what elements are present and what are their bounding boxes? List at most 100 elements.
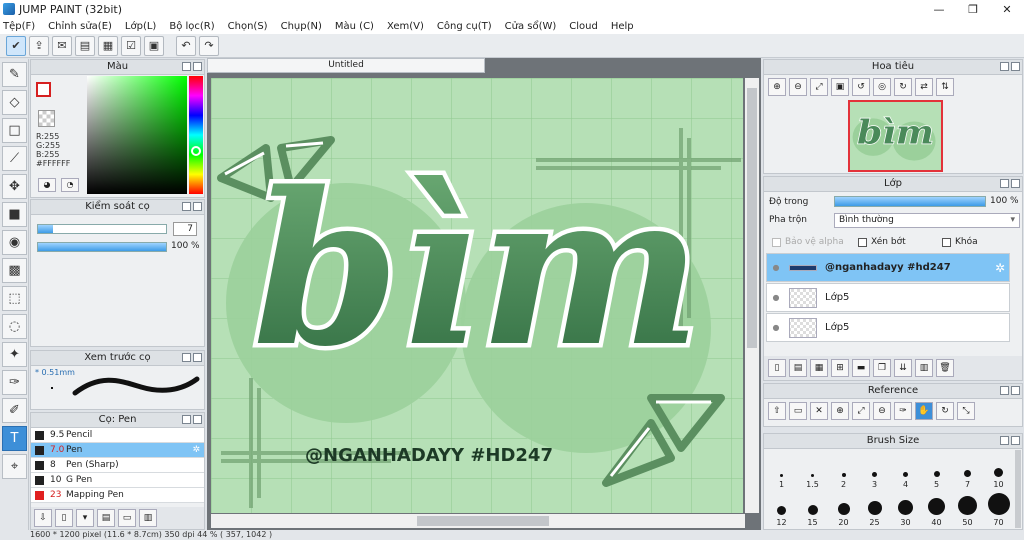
brush-size-option[interactable]: 40 [921,489,952,527]
panel-close-icon[interactable] [193,62,202,71]
fill-rect-tool-icon[interactable]: ■ [2,202,27,227]
rotate-reset-icon[interactable]: ◎ [873,78,891,96]
cloud-upload-icon[interactable]: ⇧ [768,402,786,420]
merge-layer-icon[interactable]: ⇊ [894,359,912,377]
hand-icon[interactable]: ✋ [915,402,933,420]
brush-opacity-slider[interactable] [37,242,167,252]
clipping-checkbox[interactable]: Xén bớt [858,237,906,247]
panel-float-icon[interactable] [1000,179,1009,188]
panel-close-icon[interactable] [1011,62,1020,71]
zoom-in-icon[interactable]: ⊕ [831,402,849,420]
panel-close-icon[interactable] [1011,386,1020,395]
brush-tool-icon[interactable]: ✎ [2,62,27,87]
panel-float-icon[interactable] [1000,436,1009,445]
lasso-tool-icon[interactable]: ◌ [2,314,27,339]
cloud-check-icon[interactable]: ✔ [6,35,26,56]
fullscreen-icon[interactable]: ⤡ [957,402,975,420]
select-eraser-tool-icon[interactable]: ✐ [2,398,27,423]
color-palette-icon[interactable]: ◕ [38,178,56,192]
brush-size-input[interactable]: 7 [173,222,197,236]
gradient-tool-icon[interactable]: ▩ [2,258,27,283]
magic-wand-tool-icon[interactable]: ✦ [2,342,27,367]
transparent-color-swatch[interactable] [38,110,55,127]
menu-layer[interactable]: Lớp(L) [125,21,156,32]
panel-close-icon[interactable] [193,415,202,424]
rotate-left-icon[interactable]: ↺ [852,78,870,96]
new-halftone-layer-icon[interactable]: ▦ [810,359,828,377]
bucket-tool-icon[interactable]: ◉ [2,230,27,255]
eraser-tool-icon[interactable]: ◇ [2,90,27,115]
foreground-color-swatch[interactable] [36,82,51,97]
brush-size-option[interactable]: 50 [952,489,983,527]
layer-item[interactable]: ● Lớp5 [766,313,1010,342]
saturation-value-picker[interactable] [87,76,187,194]
new-raster-layer-icon[interactable]: ▤ [789,359,807,377]
document-tab[interactable]: Untitled [207,58,485,73]
brush-item[interactable]: 10 G Pen [31,473,204,488]
menu-help[interactable]: Help [611,21,634,32]
flip-icon[interactable]: ⇄ [915,78,933,96]
cloud-download-icon[interactable]: ⇩ [34,509,52,527]
menu-tools[interactable]: Công cụ(T) [437,21,492,32]
layer-opacity-slider[interactable] [834,196,986,207]
brush-size-option[interactable]: 1.5 [797,451,828,489]
panel-close-icon[interactable] [1011,436,1020,445]
eye-icon[interactable]: ● [767,293,785,302]
panel-float-icon[interactable] [182,202,191,211]
move-tool-icon[interactable]: ✥ [2,174,27,199]
grid-settings-icon[interactable]: ▣ [144,35,164,56]
brush-size-option[interactable]: 12 [766,489,797,527]
brush-size-option[interactable]: 30 [890,489,921,527]
menu-view[interactable]: Xem(V) [387,21,424,32]
line-tool-icon[interactable]: ⟋ [2,146,27,171]
hue-knob[interactable] [191,146,201,156]
zoom-out-icon[interactable]: ⊖ [789,78,807,96]
message-icon[interactable]: ▤ [75,35,95,56]
menu-file[interactable]: Tệp(F) [3,21,35,32]
flip-vertical-icon[interactable]: ⇅ [936,78,954,96]
brush-size-option[interactable]: 5 [921,451,952,489]
layer-item-selected[interactable]: ● @nganhadayy #hd247 ✲ [766,253,1010,282]
rotate-icon[interactable]: ↻ [936,402,954,420]
delete-layer-icon[interactable]: 🗑 [936,359,954,377]
redo-icon[interactable]: ↷ [199,35,219,56]
protect-alpha-checkbox[interactable]: Bảo vệ alpha [772,237,844,247]
panel-float-icon[interactable] [182,415,191,424]
panel-float-icon[interactable] [182,353,191,362]
fit-icon[interactable]: ⤢ [852,402,870,420]
brush-size-option[interactable]: 3 [859,451,890,489]
open-folder-icon[interactable]: ▭ [789,402,807,420]
horizontal-scroll-thumb[interactable] [417,516,549,526]
brush-size-option[interactable]: 15 [797,489,828,527]
hue-slider[interactable] [189,76,203,194]
drawing-canvas[interactable]: bìm @NGANHADAYY #HD247 [211,78,743,513]
brush-folder-icon[interactable]: ▭ [118,509,136,527]
panel-float-icon[interactable] [1000,62,1009,71]
brush-size-option[interactable]: 7 [952,451,983,489]
duplicate-brush-icon[interactable]: ▾ [76,509,94,527]
panel-close-icon[interactable] [1011,179,1020,188]
eye-icon[interactable]: ● [767,263,785,272]
brush-size-option[interactable]: 20 [828,489,859,527]
rotate-right-icon[interactable]: ↻ [894,78,912,96]
panel-close-icon[interactable] [193,202,202,211]
fit-icon[interactable]: ⤢ [810,78,828,96]
brush-item[interactable]: 9.5 Pencil [31,428,204,443]
add-layer-dropdown-icon[interactable]: ⊞ [831,359,849,377]
checklist-icon[interactable]: ☑ [121,35,141,56]
color-mixer-icon[interactable]: ◔ [61,178,79,192]
panel-float-icon[interactable] [182,62,191,71]
navigator-thumbnail[interactable]: bìm [848,100,943,172]
new-layer-icon[interactable]: ▯ [768,359,786,377]
brush-size-slider[interactable] [37,224,167,234]
comment-icon[interactable]: ✉ [52,35,72,56]
menu-edit[interactable]: Chỉnh sửa(E) [48,21,112,32]
gear-icon[interactable]: ✲ [995,261,1005,275]
undo-icon[interactable]: ↶ [176,35,196,56]
gear-icon[interactable]: ✲ [192,445,200,455]
vertical-scrollbar[interactable] [745,78,759,513]
close-button[interactable]: ✕ [990,0,1024,18]
brush-size-scrollbar[interactable] [1015,450,1021,528]
menu-capture[interactable]: Chụp(N) [281,21,322,32]
zoom-out-icon[interactable]: ⊖ [873,402,891,420]
